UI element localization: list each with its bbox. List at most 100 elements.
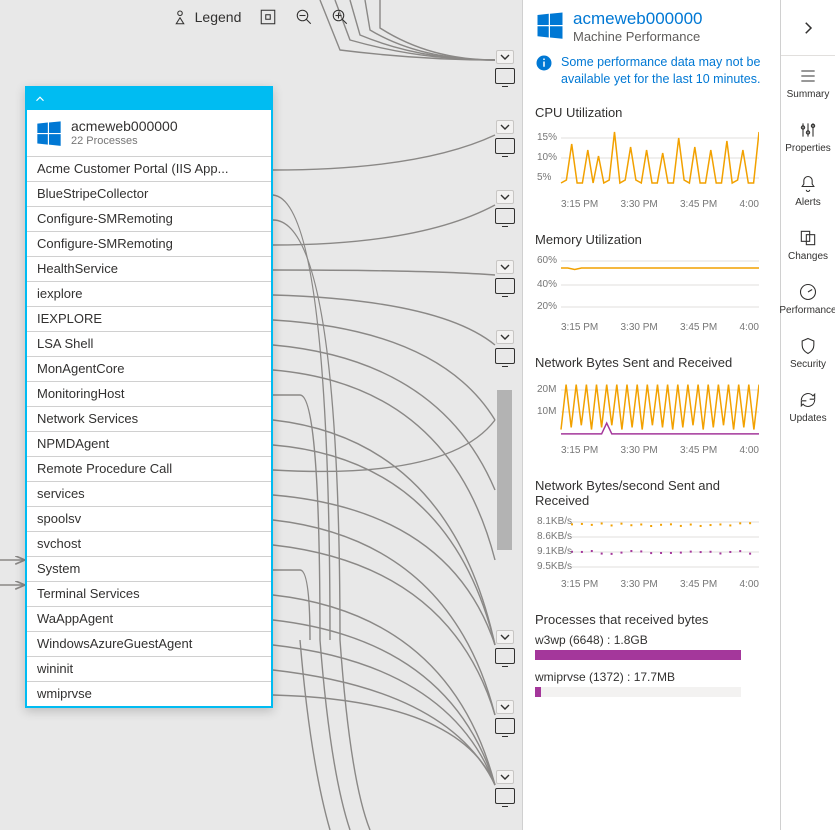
process-item[interactable]: HealthService	[27, 256, 271, 281]
zoom-out-button[interactable]	[295, 8, 313, 26]
chevron-down-icon[interactable]	[496, 330, 514, 344]
cpu-chart-block: CPU Utilization 15% 10% 5% 3:15 PM 3:30 …	[535, 105, 768, 210]
chevron-down-icon[interactable]	[496, 190, 514, 204]
rail-label: Updates	[789, 413, 826, 424]
chart-title: CPU Utilization	[535, 105, 768, 120]
bar-fill	[535, 687, 541, 697]
process-item[interactable]: WindowsAzureGuestAgent	[27, 631, 271, 656]
process-received-row: w3wp (6648) : 1.8GB	[535, 633, 768, 660]
chevron-right-icon	[799, 19, 817, 37]
rail-item-summary[interactable]: Summary	[777, 56, 835, 110]
legend-button[interactable]: Legend	[171, 8, 242, 26]
process-item[interactable]: wmiprvse	[27, 681, 271, 706]
chevron-down-icon[interactable]	[496, 260, 514, 274]
chevron-down-icon[interactable]	[496, 630, 514, 644]
diff-icon	[798, 228, 818, 248]
rail-item-properties[interactable]: Properties	[777, 110, 835, 164]
process-received-row: wmiprvse (1372) : 17.7MB	[535, 670, 768, 697]
dependency-target[interactable]	[495, 770, 515, 804]
x-tick: 4:00	[740, 445, 759, 456]
bell-icon	[798, 174, 818, 194]
process-item[interactable]: services	[27, 481, 271, 506]
dependency-target[interactable]	[495, 50, 515, 84]
process-item[interactable]: IEXPLORE	[27, 306, 271, 331]
process-item[interactable]: Terminal Services	[27, 581, 271, 606]
x-tick: 3:45 PM	[680, 579, 717, 590]
info-icon	[535, 54, 553, 72]
rail-item-security[interactable]: Security	[777, 326, 835, 380]
dependency-target[interactable]	[495, 630, 515, 664]
process-item[interactable]: Acme Customer Portal (IIS App...	[27, 156, 271, 181]
collapsed-group-box[interactable]	[497, 390, 512, 550]
y-tick: 60%	[537, 255, 557, 266]
panel-header: acmeweb000000 Machine Performance	[535, 10, 768, 44]
process-item[interactable]: NPMDAgent	[27, 431, 271, 456]
process-item[interactable]: Network Services	[27, 406, 271, 431]
chevron-down-icon[interactable]	[496, 120, 514, 134]
x-tick: 4:00	[740, 199, 759, 210]
sliders-icon	[798, 120, 818, 140]
memory-chart-block: Memory Utilization 60% 40% 20% 3:15 PM 3…	[535, 232, 768, 333]
chevron-down-icon[interactable]	[496, 50, 514, 64]
card-title-row[interactable]: acmeweb000000 22 Processes	[27, 110, 271, 156]
dependency-target[interactable]	[495, 330, 515, 364]
monitor-icon	[495, 208, 515, 224]
monitor-icon	[495, 68, 515, 84]
process-item[interactable]: wininit	[27, 656, 271, 681]
rail-item-changes[interactable]: Changes	[777, 218, 835, 272]
rail-label: Alerts	[795, 197, 821, 208]
y-tick: 5%	[537, 172, 551, 183]
dependency-target[interactable]	[495, 260, 515, 294]
map-toolbar: Legend	[0, 4, 520, 30]
process-item[interactable]: LSA Shell	[27, 331, 271, 356]
process-item[interactable]: iexplore	[27, 281, 271, 306]
process-list: Acme Customer Portal (IIS App...BlueStri…	[27, 156, 271, 706]
x-tick: 3:30 PM	[621, 445, 658, 456]
process-item[interactable]: Configure-SMRemoting	[27, 231, 271, 256]
y-tick: 10M	[537, 406, 556, 417]
y-tick: 20%	[537, 301, 557, 312]
x-tick: 3:30 PM	[621, 199, 658, 210]
x-ticks: 3:15 PM 3:30 PM 3:45 PM 4:00	[535, 576, 759, 590]
rail-label: Properties	[785, 143, 831, 154]
x-tick: 4:00	[740, 579, 759, 590]
rail-item-updates[interactable]: Updates	[777, 380, 835, 434]
windows-icon	[535, 10, 565, 40]
process-item[interactable]: Remote Procedure Call	[27, 456, 271, 481]
network-bytes-chart-block: Network Bytes Sent and Received 20M 10M …	[535, 355, 768, 456]
dependency-target[interactable]	[495, 120, 515, 154]
y-tick: 15%	[537, 132, 557, 143]
rail-expand-button[interactable]	[781, 0, 835, 56]
process-item[interactable]: System	[27, 556, 271, 581]
fit-to-screen-button[interactable]	[259, 8, 277, 26]
side-rail: Summary Properties Alerts Changes Performanc…	[780, 0, 835, 830]
chevron-down-icon[interactable]	[496, 700, 514, 714]
process-item[interactable]: BlueStripeCollector	[27, 181, 271, 206]
windows-icon	[35, 119, 63, 147]
process-item[interactable]: WaAppAgent	[27, 606, 271, 631]
gauge-icon	[798, 282, 818, 302]
chevron-down-icon[interactable]	[496, 770, 514, 784]
process-item[interactable]: MonitoringHost	[27, 381, 271, 406]
rail-label: Changes	[788, 251, 828, 262]
cpu-sparkline	[535, 126, 759, 196]
x-ticks: 3:15 PM 3:30 PM 3:45 PM 4:00	[535, 319, 759, 333]
x-tick: 3:15 PM	[561, 199, 598, 210]
rail-item-performance[interactable]: Performance	[777, 272, 835, 326]
network-bps-chart-block: Network Bytes/second Sent and Received 8…	[535, 478, 768, 590]
zoom-in-button[interactable]	[331, 8, 349, 26]
process-item[interactable]: spoolsv	[27, 506, 271, 531]
dependency-target[interactable]	[495, 190, 515, 224]
process-item[interactable]: Configure-SMRemoting	[27, 206, 271, 231]
bar-fill	[535, 650, 741, 660]
chart-title: Memory Utilization	[535, 232, 768, 247]
dependency-target[interactable]	[495, 700, 515, 734]
process-item[interactable]: svchost	[27, 531, 271, 556]
chart-title: Network Bytes Sent and Received	[535, 355, 768, 370]
zoom-out-icon	[295, 8, 313, 26]
x-tick: 3:45 PM	[680, 322, 717, 333]
process-item[interactable]: MonAgentCore	[27, 356, 271, 381]
rail-item-alerts[interactable]: Alerts	[777, 164, 835, 218]
card-collapse-bar[interactable]	[27, 88, 271, 110]
monitor-icon	[495, 278, 515, 294]
